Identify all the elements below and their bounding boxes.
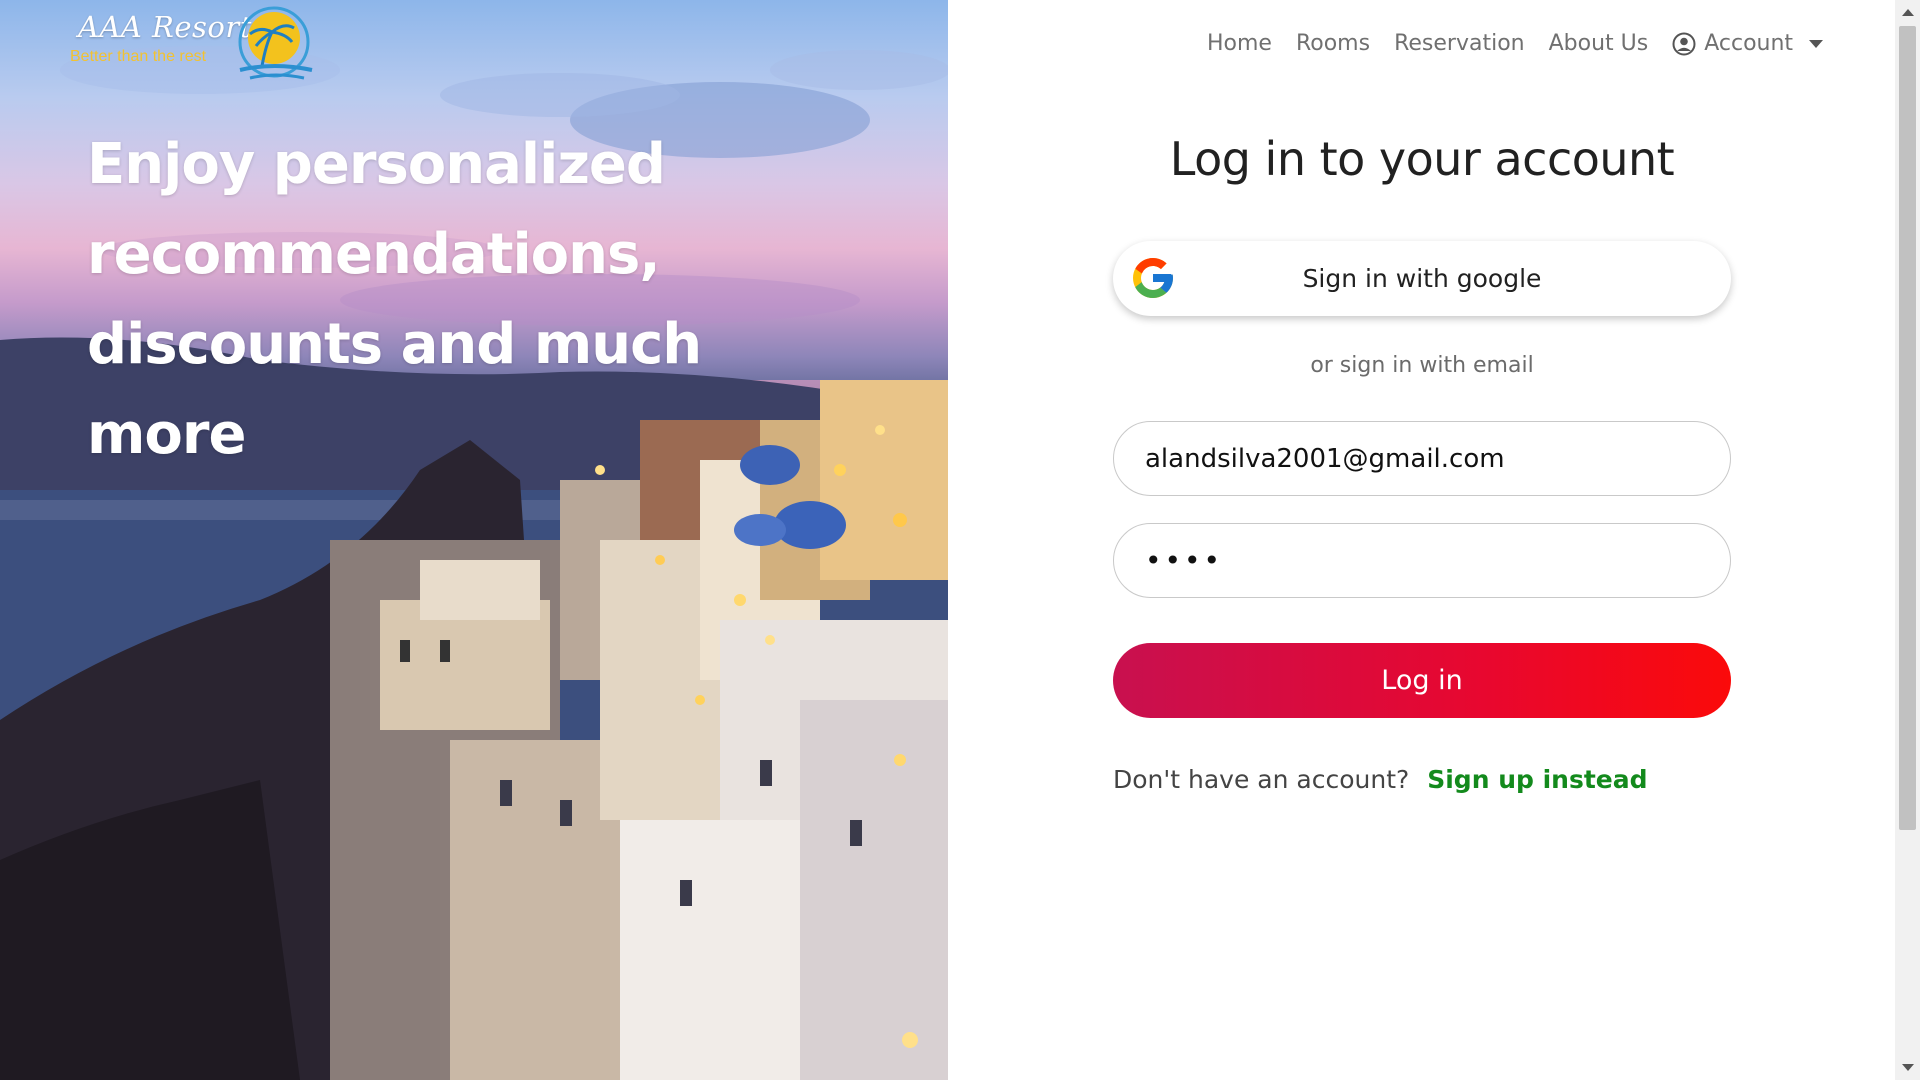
nav-reservation[interactable]: Reservation <box>1382 22 1537 66</box>
nav-home[interactable]: Home <box>1195 22 1284 66</box>
scroll-down-arrow-icon[interactable] <box>1902 1064 1914 1071</box>
caret-down-icon <box>1809 40 1824 48</box>
palm-sun-logo-icon <box>238 6 313 80</box>
brand-logo[interactable]: AAA Resorts Better than the rest <box>70 4 330 90</box>
login-button-label: Log in <box>1381 665 1463 696</box>
user-circle-icon <box>1672 32 1696 56</box>
scrollbar-thumb[interactable] <box>1899 26 1916 830</box>
google-g-icon <box>1133 258 1173 298</box>
login-title: Log in to your account <box>1169 132 1675 186</box>
hero-headline: Enjoy personalized recommendations, disc… <box>87 132 702 467</box>
google-signin-label: Sign in with google <box>1302 264 1542 293</box>
email-value: alandsilva2001@gmail.com <box>1145 443 1505 474</box>
google-signin-button[interactable]: Sign in with google <box>1113 241 1731 316</box>
signup-prompt: Don't have an account? <box>1113 765 1410 794</box>
nav-account-label: Account <box>1704 31 1794 56</box>
page-scrollbar[interactable] <box>1895 0 1920 1080</box>
nav-rooms[interactable]: Rooms <box>1284 22 1382 66</box>
nav-about-us[interactable]: About Us <box>1537 22 1661 66</box>
main-navbar: Home Rooms Reservation About Us Account <box>1195 22 1827 66</box>
nav-account-dropdown[interactable]: Account <box>1660 22 1827 66</box>
email-divider-text: or sign in with email <box>1310 353 1534 378</box>
brand-tagline: Better than the rest <box>70 48 207 65</box>
scroll-up-arrow-icon[interactable] <box>1902 9 1914 16</box>
password-field[interactable]: •••• <box>1113 523 1731 598</box>
password-value: •••• <box>1145 544 1224 577</box>
hero-panel: AAA Resorts Better than the rest Enjoy p… <box>0 0 948 1080</box>
signup-row: Don't have an account? Sign up instead <box>1113 765 1648 794</box>
login-button[interactable]: Log in <box>1113 643 1731 718</box>
email-field[interactable]: alandsilva2001@gmail.com <box>1113 421 1731 496</box>
signup-link[interactable]: Sign up instead <box>1427 765 1647 794</box>
